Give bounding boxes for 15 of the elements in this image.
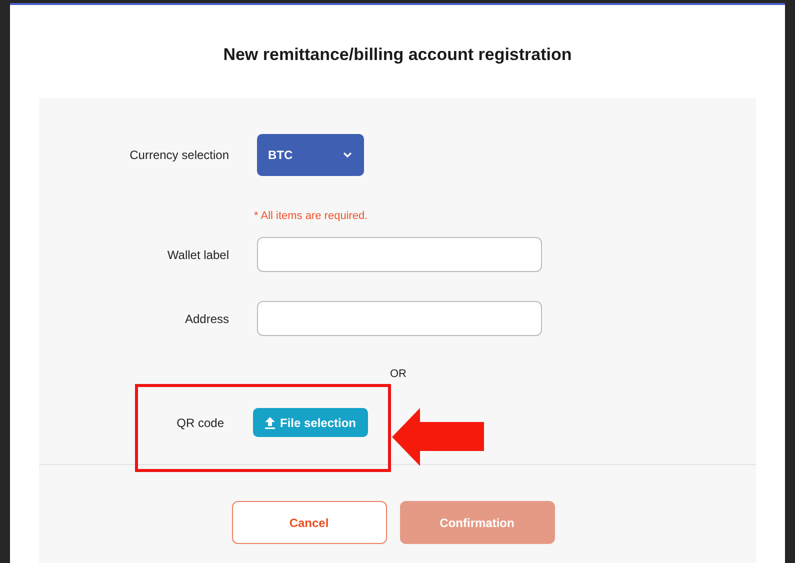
field-label: Currency selection [128,148,229,162]
text-field[interactable] [257,237,542,272]
file-selection-button[interactable]: File selection [253,408,368,437]
currency-select[interactable]: BTC [257,134,364,176]
field-label: Wallet label [166,248,229,262]
upload-icon [264,416,275,428]
text-field[interactable] [257,301,542,336]
field-label: QR code [176,416,224,430]
arrow-left-icon [392,408,484,466]
or-separator: OR [390,368,408,380]
field-label: Address [184,312,229,326]
dialog-title: New remittance/billing account registration [223,45,572,65]
required-note: * All items are required. [254,210,369,222]
chevron-down-icon [343,152,352,158]
cancel-button[interactable]: Cancel [232,501,386,544]
